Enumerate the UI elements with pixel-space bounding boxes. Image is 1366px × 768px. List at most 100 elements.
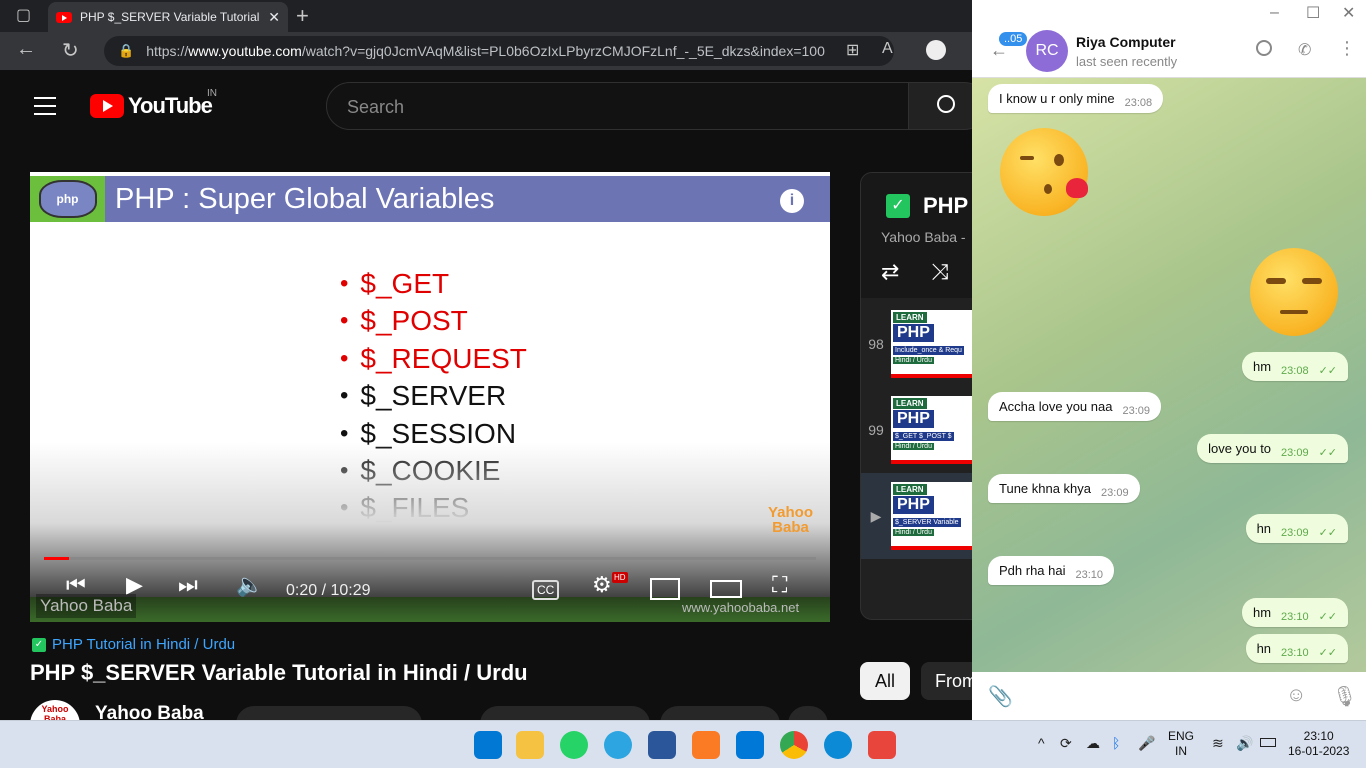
close-tab-icon[interactable]: ✕ xyxy=(268,9,280,26)
video-player[interactable]: php PHP : Super Global Variables i $_GET… xyxy=(30,172,830,622)
playlist-item[interactable]: ▶ LEARN PHP $_SERVER Variable Hindi / Urdu xyxy=(861,473,989,559)
edge-icon[interactable] xyxy=(824,731,852,759)
message-text: Accha love you naa xyxy=(999,399,1113,414)
info-icon[interactable]: i xyxy=(780,189,804,213)
shuffle-icon[interactable]: ⤨ xyxy=(931,259,949,285)
fullscreen-icon[interactable]: ⛶ xyxy=(772,572,787,598)
read-receipt-icon: ✓✓ xyxy=(1318,647,1337,659)
whatsapp-icon[interactable] xyxy=(560,731,588,759)
microphone-icon[interactable]: 🎙 xyxy=(1332,684,1357,709)
thumb-caption: $_SERVER Variable xyxy=(893,518,961,527)
php-elephant-logo: php xyxy=(30,176,105,222)
more-menu-icon[interactable]: ⋮ xyxy=(1338,38,1356,59)
settings-gear-icon[interactable]: ⚙ xyxy=(592,572,612,598)
minimize-icon[interactable]: – xyxy=(1270,4,1279,22)
outgoing-message[interactable]: hn 23:10 ✓✓ xyxy=(1245,634,1348,663)
sync-icon[interactable]: ⟳ xyxy=(1060,735,1072,752)
thumb-php-label: PHP xyxy=(893,410,934,428)
thumb-php-label: PHP xyxy=(893,324,934,342)
chip-all[interactable]: All xyxy=(860,662,910,700)
playlist-item-index: ▶ xyxy=(870,507,882,524)
message-text: Tune khna khya xyxy=(999,481,1092,496)
message-composer[interactable]: 📎 ☺ 🎙 xyxy=(972,672,1366,720)
playlist-title[interactable]: PHP xyxy=(923,193,968,219)
edge-extension-icon[interactable] xyxy=(926,40,946,60)
playlist-item[interactable]: 99 LEARN PHP $_GET $_POST $ Hindi / Urdu xyxy=(861,387,989,473)
playlist-thumbnail: LEARN PHP Include_once & Requ Hindi / Urdu xyxy=(891,310,973,378)
avatar[interactable]: RC xyxy=(1026,30,1068,72)
outgoing-message[interactable]: hn 23:09 ✓✓ xyxy=(1245,514,1348,543)
bluetooth-icon[interactable]: ᛒ xyxy=(1112,735,1120,751)
chrome-icon[interactable] xyxy=(780,731,808,759)
clock[interactable]: 23:10 16-01-2023 xyxy=(1288,729,1349,759)
outgoing-message[interactable]: hm 23:10 ✓✓ xyxy=(1241,598,1348,627)
new-tab-icon[interactable]: + xyxy=(296,3,309,29)
tab-title: PHP $_SERVER Variable Tutorial i xyxy=(80,10,261,24)
store-icon[interactable] xyxy=(868,731,896,759)
unread-badge: ..05 xyxy=(999,32,1028,46)
subtitles-icon[interactable]: CC xyxy=(532,580,560,600)
thumb-learn-label: LEARN xyxy=(893,484,927,495)
vscode-icon[interactable] xyxy=(736,731,764,759)
volume-icon[interactable]: 🔈 xyxy=(236,572,263,598)
start-menu-icon[interactable] xyxy=(474,731,502,759)
message-time: 23:09 xyxy=(1122,405,1150,417)
cloud-icon[interactable]: ☁ xyxy=(1086,735,1100,752)
next-icon[interactable]: ⏭ xyxy=(178,572,198,598)
outgoing-message[interactable]: love you to 23:09 ✓✓ xyxy=(1197,434,1348,463)
playlist-item[interactable]: 98 LEARN PHP Include_once & Requ Hindi / Urd… xyxy=(861,301,989,387)
incoming-message[interactable]: Accha love you naa 23:09 xyxy=(988,392,1161,421)
message-time: 23:09 xyxy=(1281,527,1309,539)
browser-tab[interactable]: PHP $_SERVER Variable Tutorial i ✕ xyxy=(48,2,288,32)
incoming-message[interactable]: I know u r only mine 23:08 xyxy=(988,84,1164,113)
address-bar[interactable]: 🔒 https://www.youtube.com/watch?v=gjq0Jc… xyxy=(104,36,894,66)
close-window-icon[interactable]: ✕ xyxy=(1342,3,1355,23)
progress-bar[interactable] xyxy=(44,557,816,560)
language-indicator[interactable]: ENG IN xyxy=(1168,729,1194,759)
app-view-icon[interactable]: ⊞ xyxy=(846,40,859,60)
miniplayer-icon[interactable] xyxy=(650,578,680,600)
phone-icon[interactable]: ✆ xyxy=(1298,40,1311,60)
playlist-item-index: 98 xyxy=(868,336,884,352)
variable-item: $_GET xyxy=(340,265,527,302)
search-icon[interactable] xyxy=(1256,40,1272,56)
file-explorer-icon[interactable] xyxy=(516,731,544,759)
word-icon[interactable] xyxy=(648,731,676,759)
youtube-play-logo-icon xyxy=(90,94,124,118)
tab-actions-icon[interactable]: ▢ xyxy=(16,5,31,25)
thumb-caption: $_GET $_POST $ xyxy=(893,432,954,441)
window-titlebar: – ☐ ✕ xyxy=(972,0,1366,28)
tray-chevron-icon[interactable]: ^ xyxy=(1038,735,1045,751)
incoming-message[interactable]: Tune khna khya 23:09 xyxy=(988,474,1140,503)
loop-icon[interactable]: ⇄ xyxy=(881,259,899,285)
search-icon xyxy=(937,95,955,113)
telegram-window: – ☐ ✕ ← ..05 RC Riya Computer last seen … xyxy=(972,0,1366,720)
playlist-link[interactable]: ✓ PHP Tutorial in Hindi / Urdu xyxy=(32,636,235,653)
slide-header: php PHP : Super Global Variables xyxy=(30,176,830,222)
telegram-icon[interactable] xyxy=(604,731,632,759)
volume-tray-icon[interactable]: 🔊 xyxy=(1236,735,1253,752)
language-code: ENG xyxy=(1168,729,1195,743)
xampp-icon[interactable] xyxy=(692,731,720,759)
thumb-php-label: PHP xyxy=(893,496,934,514)
youtube-favicon-icon xyxy=(56,11,72,23)
incoming-message[interactable]: Pdh rha hai 23:10 xyxy=(988,556,1115,585)
outgoing-message[interactable]: hm 23:08 ✓✓ xyxy=(1241,352,1348,381)
theater-mode-icon[interactable] xyxy=(710,580,742,598)
emoji-picker-icon[interactable]: ☺ xyxy=(1286,684,1306,707)
maximize-icon[interactable]: ☐ xyxy=(1306,3,1320,23)
menu-icon[interactable] xyxy=(34,97,56,115)
search-input[interactable]: Search xyxy=(326,82,910,130)
wifi-icon[interactable]: ≋ xyxy=(1212,735,1224,752)
kiss-emoji-icon xyxy=(1000,128,1088,216)
microphone-tray-icon[interactable]: 🎤 xyxy=(1138,735,1155,752)
contact-name[interactable]: Riya Computer xyxy=(1076,34,1176,50)
read-aloud-icon[interactable]: A xyxy=(882,40,893,58)
back-icon[interactable]: ← xyxy=(16,38,36,61)
attach-icon[interactable]: 📎 xyxy=(988,684,1013,709)
youtube-logo[interactable]: YouTube xyxy=(90,93,213,119)
video-title: PHP $_SERVER Variable Tutorial in Hindi … xyxy=(30,660,528,685)
reload-icon[interactable]: ↻ xyxy=(62,38,79,63)
message-text: hm xyxy=(1252,605,1272,620)
battery-icon[interactable] xyxy=(1260,738,1276,747)
